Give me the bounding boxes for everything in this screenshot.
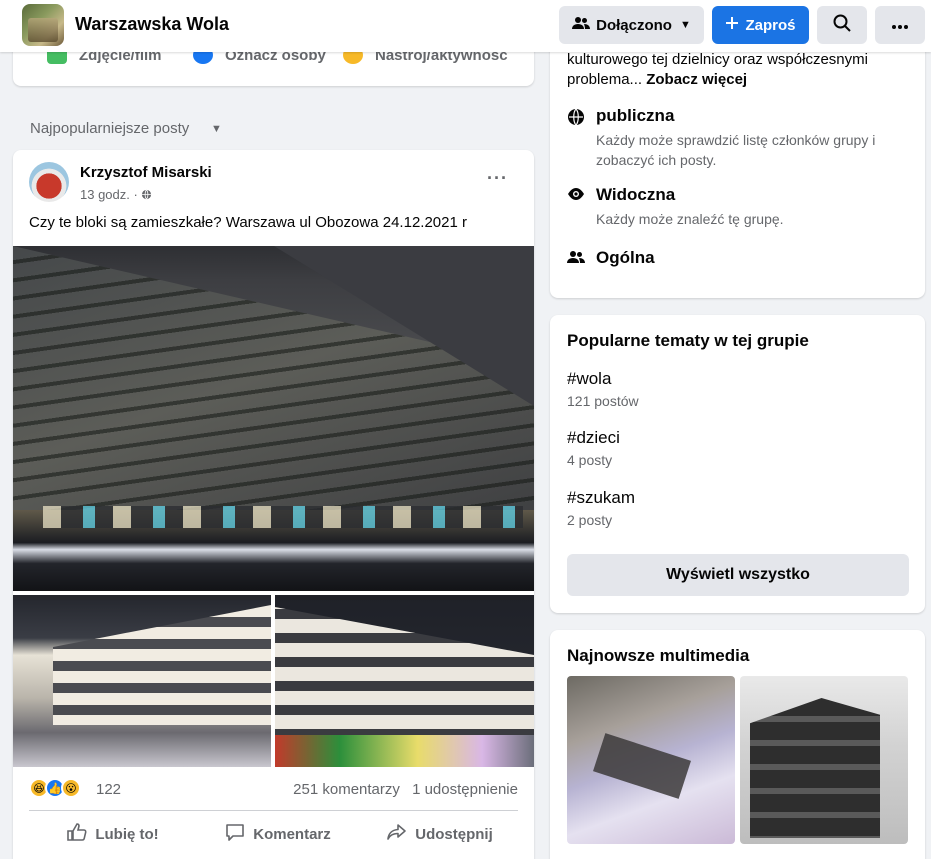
invite-label: Zaproś — [745, 16, 796, 34]
visibility-desc: Każdy może znaleźć tę grupę. — [596, 211, 784, 227]
divider — [29, 810, 518, 811]
post-text: Czy te bloki są zamieszkałe? Warszawa ul… — [29, 214, 467, 231]
media-title: Najnowsze multimedia — [567, 646, 750, 665]
wow-reaction-icon: 😮 — [61, 778, 81, 798]
topic-item[interactable]: #szukam 2 posty — [567, 488, 635, 528]
share-button[interactable]: Udostępnij — [375, 816, 505, 852]
caret-down-icon: ▼ — [679, 19, 691, 31]
group-thumbnail[interactable] — [22, 4, 64, 46]
post-options-button[interactable]: ··· — [487, 168, 508, 189]
post-card: Krzysztof Misarski 13 godz. · ··· Czy te… — [13, 150, 534, 859]
building-image — [53, 605, 271, 725]
topic-item[interactable]: #wola 121 postów — [567, 369, 639, 409]
search-button[interactable] — [817, 6, 867, 44]
topic-tag: #szukam — [567, 488, 636, 507]
shop-lights — [43, 506, 523, 528]
globe-icon — [567, 108, 585, 126]
topic-count: 4 posty — [567, 452, 613, 468]
topics-title: Popularne tematy w tej grupie — [567, 331, 809, 350]
group-title[interactable]: Warszawska Wola — [75, 14, 229, 35]
search-icon — [833, 14, 851, 36]
topic-tag: #wola — [567, 369, 612, 388]
recent-media-card: Najnowsze multimedia — [550, 630, 925, 859]
post-photo-3[interactable] — [275, 595, 534, 767]
comment-count[interactable]: 251 komentarzy — [293, 781, 400, 798]
popular-topics-card: Popularne tematy w tej grupie #wola 121 … — [550, 315, 925, 613]
thumbs-up-icon — [67, 823, 95, 845]
post-time[interactable]: 13 godz. · — [80, 187, 152, 202]
visibility-title: Widoczna — [596, 185, 676, 204]
topic-item[interactable]: #dzieci 4 posty — [567, 428, 620, 468]
see-more-link[interactable]: Zobacz więcej — [646, 71, 747, 88]
comment-button[interactable]: Komentarz — [208, 816, 348, 852]
more-options-button[interactable] — [875, 6, 925, 44]
post-author[interactable]: Krzysztof Misarski — [80, 164, 212, 181]
more-dots-icon — [891, 17, 909, 34]
media-thumbnail[interactable] — [740, 676, 908, 844]
post-photo-2[interactable] — [13, 595, 271, 767]
joined-label: Dołączono — [596, 16, 672, 34]
privacy-title: publiczna — [596, 106, 675, 125]
about-card: kulturowego tej dzielnicy oraz współczes… — [550, 40, 925, 298]
eye-icon — [567, 187, 585, 205]
show-all-button[interactable]: Wyświetl wszystko — [567, 554, 909, 596]
media-thumbnail[interactable] — [567, 676, 735, 844]
people-icon — [567, 250, 585, 268]
group-type-title: Ogólna — [596, 248, 655, 267]
invite-button[interactable]: Zaproś — [712, 6, 809, 44]
reaction-count[interactable]: 122 — [96, 781, 121, 798]
author-avatar[interactable] — [29, 162, 69, 202]
plus-icon — [725, 16, 739, 35]
caret-down-icon[interactable]: ▼ — [211, 123, 222, 135]
shopfront-image — [275, 735, 534, 767]
post-photo-main[interactable] — [13, 246, 534, 591]
topic-count: 121 postów — [567, 393, 639, 409]
reactions-summary[interactable]: 😆 👍 😮 — [29, 778, 89, 800]
comment-label: Komentarz — [253, 825, 331, 843]
group-header: Warszawska Wola Dołączono ▼ Zaproś — [0, 0, 931, 52]
post-time-text: 13 godz. — [80, 187, 130, 202]
like-label: Lubię to! — [95, 825, 159, 843]
sort-dropdown[interactable]: Najpopularniejsze posty — [30, 120, 189, 137]
share-icon — [387, 823, 415, 845]
people-icon — [572, 16, 591, 35]
topic-tag: #dzieci — [567, 428, 620, 447]
like-button[interactable]: Lubię to! — [53, 816, 173, 852]
share-count[interactable]: 1 udostępnienie — [412, 781, 518, 798]
building-image — [275, 607, 534, 745]
comment-icon — [225, 823, 253, 845]
globe-icon — [141, 187, 152, 202]
topic-count: 2 posty — [567, 512, 613, 528]
joined-button[interactable]: Dołączono ▼ — [559, 6, 704, 44]
share-label: Udostępnij — [415, 825, 493, 843]
post-stats: 251 komentarzy 1 udostępnienie — [293, 781, 518, 798]
privacy-desc: Każdy może sprawdzić listę członków grup… — [596, 132, 876, 168]
about-description: kulturowego tej dzielnicy oraz współczes… — [567, 50, 912, 90]
